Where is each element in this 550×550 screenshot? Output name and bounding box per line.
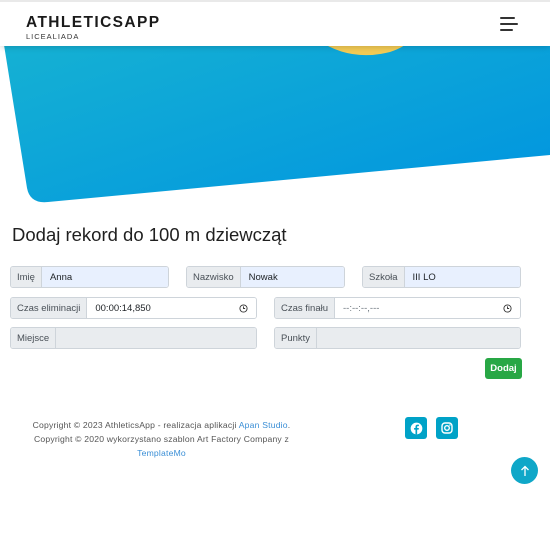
clock-icon[interactable] [239, 303, 248, 313]
apan-studio-link[interactable]: Apan Studio [239, 420, 288, 430]
footer-copyright: Copyright © 2023 AthleticsApp - realizac… [14, 418, 309, 460]
facebook-glyph [410, 422, 422, 434]
school-label: Szkoła [363, 267, 405, 287]
page-title: Dodaj rekord do 100 m dziewcząt [12, 224, 287, 245]
scroll-to-top-button[interactable] [511, 457, 538, 484]
points-input [317, 328, 520, 348]
top-navbar: ATHLETICSAPP LICEALIADA [0, 0, 550, 46]
school-field[interactable]: Szkoła III LO [362, 266, 521, 288]
footer-line-1: Copyright © 2023 AthleticsApp - realizac… [14, 418, 309, 432]
last-name-input[interactable]: Nowak [240, 267, 344, 287]
footer-line-1-prefix: Copyright © 2023 AthleticsApp - realizac… [32, 420, 239, 430]
elimination-time-input[interactable]: 00:00:14,850 [87, 298, 256, 318]
clock-icon[interactable] [503, 303, 512, 313]
logo-title[interactable]: ATHLETICSAPP [26, 15, 161, 31]
logo-subtitle: LICEALIADA [26, 32, 80, 41]
first-name-label: Imię [11, 267, 42, 287]
last-name-label: Nazwisko [187, 267, 241, 287]
points-label: Punkty [275, 328, 318, 348]
first-name-input[interactable]: Anna [41, 267, 168, 287]
final-time-input[interactable]: --:--:--,--- [335, 298, 520, 318]
first-name-field[interactable]: Imię Anna [10, 266, 169, 288]
hamburger-icon[interactable] [500, 17, 518, 31]
place-field: Miejsce [10, 327, 257, 349]
elimination-time-value: 00:00:14,850 [95, 302, 151, 314]
footer-line-3: TemplateMo [14, 446, 309, 460]
footer-line-1-suffix: . [287, 420, 291, 430]
points-field: Punkty [274, 327, 521, 349]
elimination-time-field[interactable]: Czas eliminacji 00:00:14,850 [10, 297, 257, 319]
footer-line-2: Copyright © 2020 wykorzystano szablon Ar… [33, 434, 290, 444]
templatemo-link[interactable]: TemplateMo [137, 448, 186, 458]
school-input[interactable]: III LO [404, 267, 520, 287]
instagram-icon[interactable] [436, 417, 458, 439]
final-time-value: --:--:--,--- [343, 302, 380, 314]
elimination-time-label: Czas eliminacji [11, 298, 88, 318]
final-time-label: Czas finału [275, 298, 335, 318]
final-time-field[interactable]: Czas finału --:--:--,--- [274, 297, 521, 319]
instagram-glyph [441, 422, 453, 434]
place-input [56, 328, 256, 348]
place-label: Miejsce [11, 328, 57, 348]
facebook-icon[interactable] [405, 417, 427, 439]
last-name-field[interactable]: Nazwisko Nowak [186, 266, 345, 288]
add-record-button[interactable]: Dodaj [485, 358, 522, 379]
arrow-up-icon [520, 465, 529, 476]
